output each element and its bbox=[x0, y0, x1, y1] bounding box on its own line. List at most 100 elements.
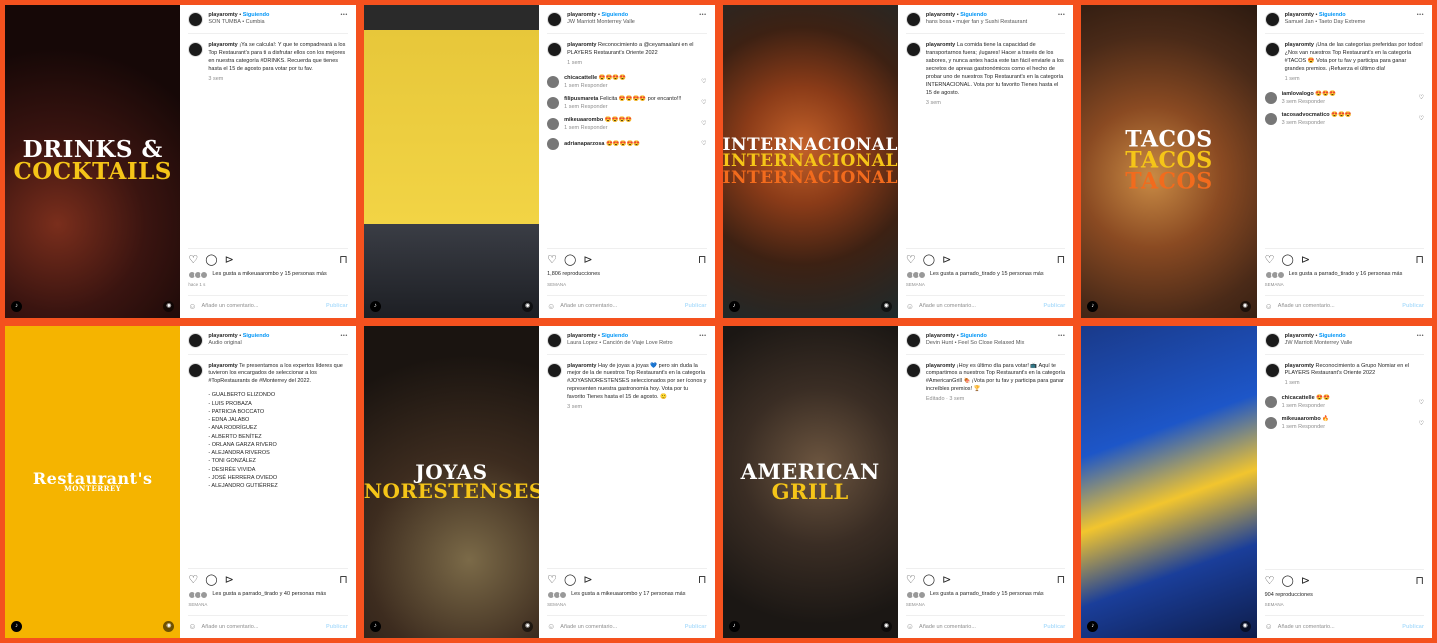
audio-location-label[interactable]: Devin Hunt • Feel So Close Relaxed Mix bbox=[926, 340, 1025, 347]
comment-meta[interactable]: 1 sem Responder bbox=[564, 125, 632, 131]
send-icon[interactable]: ⊳ bbox=[942, 573, 951, 586]
audio-location-label[interactable]: Audio original bbox=[208, 340, 269, 347]
caption-username[interactable]: playaromty bbox=[208, 42, 237, 48]
avatar[interactable] bbox=[1264, 112, 1277, 125]
audio-location-label[interactable]: JW Marriott Monterrey Valle bbox=[567, 19, 635, 26]
emoji-icon[interactable]: ☺ bbox=[547, 302, 555, 311]
publish-button[interactable]: Publicar bbox=[326, 624, 348, 630]
publish-button[interactable]: Publicar bbox=[685, 303, 707, 309]
comment-username[interactable]: filipusmareta bbox=[564, 96, 598, 102]
comment-icon[interactable]: ◯ bbox=[1282, 574, 1294, 587]
comment-username[interactable]: chicacattelle bbox=[1282, 395, 1315, 401]
tagged-users-icon[interactable]: ◉ bbox=[1239, 621, 1251, 632]
avatar[interactable] bbox=[1264, 332, 1280, 348]
heart-icon[interactable]: ♡ bbox=[1265, 253, 1275, 266]
comment-username[interactable]: mikeuaarombo bbox=[564, 117, 603, 123]
likes-text[interactable]: Les gusta a parrado_tirado y 40 personas… bbox=[212, 591, 326, 598]
audio-location-label[interactable]: Laura Lopez • Canción de Viaje Love Retr… bbox=[567, 340, 672, 347]
likes-text[interactable]: Les gusta a mikeuaarombo y 17 personas m… bbox=[571, 591, 685, 598]
username-link[interactable]: playaromty bbox=[208, 12, 237, 18]
avatar[interactable] bbox=[905, 362, 921, 378]
more-options-icon[interactable]: ••• bbox=[1058, 333, 1065, 339]
comment-input[interactable]: Añade un comentario... bbox=[919, 303, 976, 309]
avatar[interactable] bbox=[905, 12, 921, 27]
likes-summary[interactable]: Les gusta a parrado_tirado y 40 personas… bbox=[188, 591, 347, 599]
heart-icon[interactable]: ♡ bbox=[906, 253, 916, 266]
heart-icon[interactable]: ♡ bbox=[1265, 574, 1275, 587]
likes-text[interactable]: Les gusta a parrado_tirado y 15 personas… bbox=[930, 271, 1044, 278]
publish-button[interactable]: Publicar bbox=[1044, 303, 1066, 309]
audio-location-label[interactable]: SON TUMBA • Cumbia bbox=[208, 19, 269, 26]
avatar[interactable] bbox=[547, 332, 563, 348]
username-link[interactable]: playaromty bbox=[208, 333, 237, 339]
tagged-users-icon[interactable]: ◉ bbox=[163, 300, 175, 312]
post-media[interactable]: JOYAS NORESTENSES ♪ ◉ bbox=[363, 325, 540, 638]
comment-input[interactable]: Añade un comentario... bbox=[1278, 303, 1335, 309]
comment-input[interactable]: Añade un comentario... bbox=[560, 303, 617, 309]
avatar[interactable] bbox=[188, 12, 204, 27]
comment-icon[interactable]: ◯ bbox=[205, 253, 217, 266]
more-options-icon[interactable]: ••• bbox=[1417, 12, 1424, 18]
follow-button[interactable]: Siguiendo bbox=[960, 333, 987, 339]
avatar[interactable] bbox=[1264, 91, 1277, 104]
post-media[interactable]: Restaurant's MONTERREY ♪ ◉ bbox=[5, 325, 181, 638]
comment-username[interactable]: mikeuaarombo bbox=[1282, 416, 1321, 422]
follow-button[interactable]: Siguiendo bbox=[1319, 12, 1346, 18]
more-options-icon[interactable]: ••• bbox=[340, 12, 347, 18]
likes-summary[interactable]: Les gusta a parrado_tirado y 16 personas… bbox=[1264, 270, 1424, 279]
publish-button[interactable]: Publicar bbox=[1044, 624, 1066, 630]
more-options-icon[interactable]: ••• bbox=[1058, 12, 1065, 18]
caption-username[interactable]: playaromty bbox=[567, 363, 596, 369]
publish-button[interactable]: Publicar bbox=[326, 303, 348, 309]
comment-input[interactable]: Añade un comentario... bbox=[202, 303, 259, 309]
likes-text[interactable]: 904 reproducciones bbox=[1265, 592, 1313, 599]
comment-like-icon[interactable]: ♡ bbox=[701, 140, 706, 147]
avatar[interactable] bbox=[1264, 42, 1280, 57]
comment-like-icon[interactable]: ♡ bbox=[1419, 94, 1424, 101]
comment-username[interactable]: tacosadvocmatico bbox=[1282, 112, 1330, 118]
comment-input[interactable]: Añade un comentario... bbox=[560, 624, 617, 630]
bookmark-icon[interactable]: ⊓ bbox=[698, 253, 707, 266]
comment-username[interactable]: chicacattelle bbox=[564, 75, 597, 81]
follow-button[interactable]: Siguiendo bbox=[601, 12, 628, 18]
likes-summary[interactable]: Les gusta a mikeuaarombo y 17 personas m… bbox=[547, 591, 706, 599]
bookmark-icon[interactable]: ⊓ bbox=[339, 253, 348, 266]
avatar[interactable] bbox=[1264, 417, 1277, 430]
username-link[interactable]: playaromty bbox=[567, 333, 596, 339]
avatar[interactable] bbox=[905, 42, 921, 57]
bookmark-icon[interactable]: ⊓ bbox=[698, 573, 707, 586]
post-media[interactable]: TACOS TACOS TACOS ♪ ◉ bbox=[1081, 5, 1257, 318]
avatar[interactable] bbox=[905, 332, 921, 348]
post-media[interactable]: ♪ ◉ bbox=[1081, 325, 1257, 638]
emoji-icon[interactable]: ☺ bbox=[1265, 622, 1273, 631]
more-options-icon[interactable]: ••• bbox=[699, 12, 706, 18]
comment-input[interactable]: Añade un comentario... bbox=[1278, 624, 1335, 630]
tagged-users-icon[interactable]: ◉ bbox=[163, 621, 175, 632]
username-link[interactable]: playaromty bbox=[926, 333, 955, 339]
comment-input[interactable]: Añade un comentario... bbox=[919, 624, 976, 630]
comment-meta[interactable]: 3 sem Responder bbox=[1282, 99, 1336, 105]
avatar[interactable] bbox=[547, 117, 560, 130]
follow-button[interactable]: Siguiendo bbox=[243, 12, 270, 18]
comment-like-icon[interactable]: ♡ bbox=[701, 120, 706, 127]
emoji-icon[interactable]: ☺ bbox=[188, 622, 196, 631]
caption-username[interactable]: playaromty bbox=[1285, 363, 1314, 369]
avatar[interactable] bbox=[188, 332, 204, 348]
comment-username[interactable]: iamlovalogo bbox=[1282, 91, 1314, 97]
username-link[interactable]: playaromty bbox=[567, 12, 596, 18]
caption-username[interactable]: playaromty bbox=[567, 42, 596, 48]
avatar[interactable] bbox=[547, 42, 563, 57]
bookmark-icon[interactable]: ⊓ bbox=[339, 573, 348, 586]
comment-icon[interactable]: ◯ bbox=[564, 253, 576, 266]
comment-icon[interactable]: ◯ bbox=[1282, 253, 1294, 266]
publish-button[interactable]: Publicar bbox=[1402, 303, 1424, 309]
comment-like-icon[interactable]: ♡ bbox=[1419, 115, 1424, 122]
comment-meta[interactable]: 1 sem Responder bbox=[564, 104, 681, 110]
avatar[interactable] bbox=[547, 362, 563, 378]
audio-location-label[interactable]: JW Marriott Monterrey Valle bbox=[1285, 340, 1353, 347]
username-link[interactable]: playaromty bbox=[926, 12, 955, 18]
avatar[interactable] bbox=[547, 12, 563, 27]
avatar[interactable] bbox=[188, 42, 204, 57]
follow-button[interactable]: Siguiendo bbox=[960, 12, 987, 18]
emoji-icon[interactable]: ☺ bbox=[906, 622, 914, 631]
